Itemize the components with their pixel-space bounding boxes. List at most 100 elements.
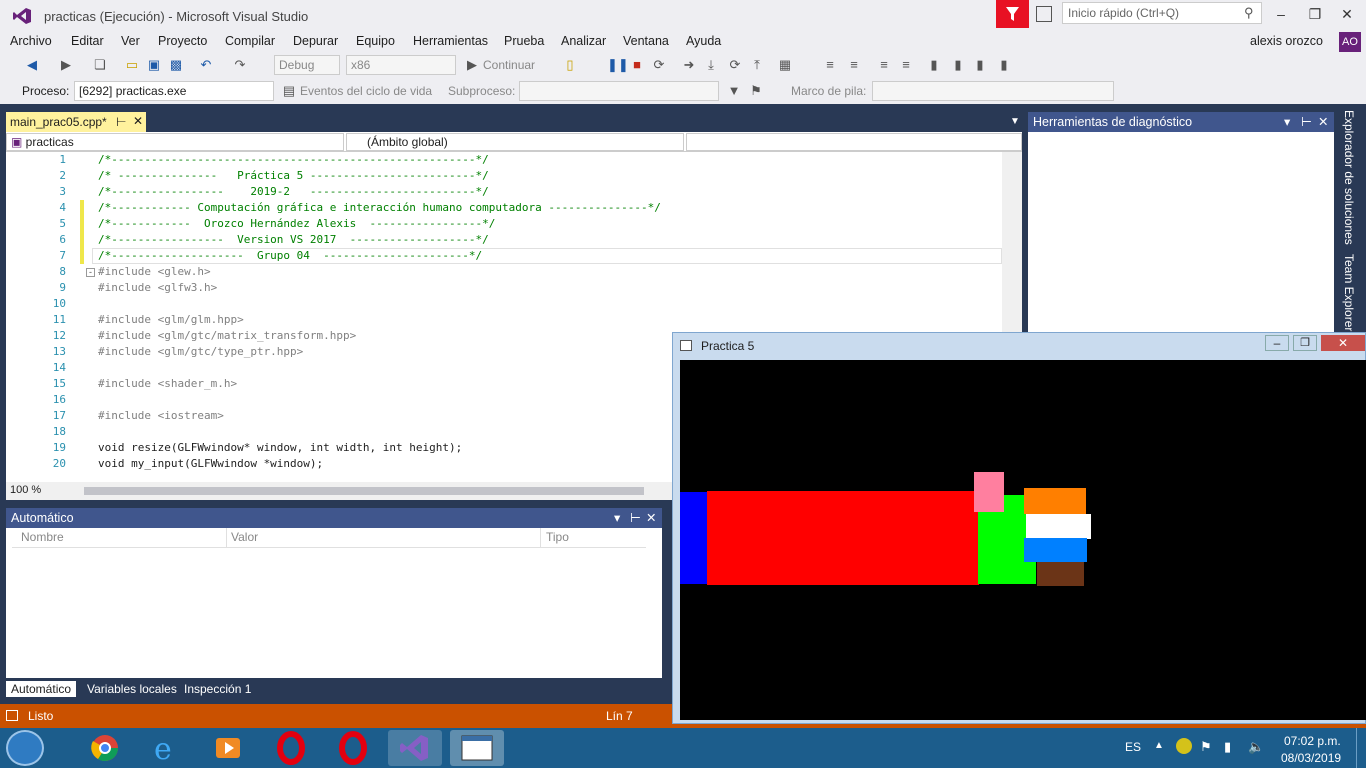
close-icon[interactable]: ✕ [646, 510, 656, 525]
menu-ventana[interactable]: Ventana [623, 34, 669, 48]
menu-prueba[interactable]: Prueba [504, 34, 544, 48]
menu-proyecto[interactable]: Proyecto [158, 34, 207, 48]
menu-depurar[interactable]: Depurar [293, 34, 338, 48]
opera-icon[interactable] [326, 730, 380, 766]
scroll-thumb[interactable] [84, 487, 644, 495]
close-tab-icon[interactable]: ✕ [133, 114, 143, 128]
menu-analizar[interactable]: Analizar [561, 34, 606, 48]
menu-editar[interactable]: Editar [71, 34, 104, 48]
align-right-icon[interactable]: ≡ [898, 57, 914, 73]
horizontal-scrollbar[interactable]: 100 % [6, 482, 672, 500]
user-name[interactable]: alexis orozco [1250, 34, 1323, 48]
continue-button[interactable]: Continuar [483, 58, 535, 72]
hex-display-icon[interactable]: ▦ [777, 57, 793, 73]
lifecycle-events-icon[interactable]: ▤ [281, 83, 297, 99]
next-bookmark-icon[interactable]: ▮ [972, 57, 988, 73]
menu-compilar[interactable]: Compilar [225, 34, 275, 48]
forward-icon[interactable]: ▶ [58, 57, 74, 73]
notifications-icon[interactable] [1036, 6, 1052, 22]
internet-explorer-icon[interactable]: e [140, 730, 194, 767]
step-into-icon[interactable]: ⤓ [703, 57, 719, 73]
opera-icon[interactable] [264, 730, 318, 766]
prev-bookmark-icon[interactable]: ▮ [950, 57, 966, 73]
device-icon[interactable]: ▮ [1224, 739, 1231, 755]
project-select[interactable]: ▣ practicas [6, 133, 344, 151]
update-icon[interactable] [1176, 738, 1192, 754]
visual-studio-icon[interactable] [388, 730, 442, 766]
open-folder-icon[interactable]: ▭ [124, 57, 140, 73]
bookmark-icon[interactable]: ▮ [926, 57, 942, 73]
save-all-icon[interactable]: ▩ [168, 57, 184, 73]
thread-icon[interactable]: ≡ [822, 57, 838, 73]
chevron-down-icon[interactable]: ▾ [1284, 114, 1290, 129]
tab-team-explorer[interactable]: Team Explorer [1342, 254, 1356, 331]
save-icon[interactable]: ▣ [146, 57, 162, 73]
pause-icon[interactable]: ❚❚ [607, 57, 629, 73]
thread-select[interactable] [519, 81, 719, 101]
flag-icon[interactable]: ⚑ [748, 83, 764, 99]
menu-herramientas[interactable]: Herramientas [413, 34, 488, 48]
close-button[interactable]: ✕ [1336, 4, 1358, 24]
new-project-icon[interactable]: ❏ [92, 57, 108, 73]
action-center-flag-icon[interactable]: ⚑ [1200, 739, 1212, 755]
minimize-button[interactable]: – [1270, 4, 1292, 24]
align-left-icon[interactable]: ≡ [876, 57, 892, 73]
restart-icon[interactable]: ⟳ [651, 57, 667, 73]
language-indicator[interactable]: ES [1125, 740, 1141, 754]
show-hidden-icons-icon[interactable]: ▲ [1154, 740, 1164, 751]
tab-dropdown-icon[interactable]: ▼ [1010, 116, 1020, 127]
zoom-level[interactable]: 100 % [10, 484, 41, 496]
chrome-icon[interactable] [78, 730, 132, 766]
process-select[interactable]: [6292] practicas.exe [74, 81, 274, 101]
media-player-icon[interactable] [202, 730, 256, 766]
close-button[interactable]: ✕ [1321, 335, 1365, 351]
tab-autos[interactable]: Automático [6, 681, 77, 697]
stack-icon[interactable]: ≡ [846, 57, 862, 73]
feedback-filter-icon[interactable] [996, 0, 1029, 28]
close-icon[interactable]: ✕ [1318, 114, 1328, 129]
pin-icon[interactable]: ⊢ [116, 115, 126, 129]
scope-select[interactable]: (Ámbito global) [346, 133, 684, 151]
member-select[interactable] [686, 133, 1022, 151]
gl-canvas[interactable] [680, 360, 1366, 720]
console-window-icon[interactable] [450, 730, 504, 766]
configuration-select[interactable]: Debug [274, 55, 340, 75]
maximize-button[interactable]: ❐ [1304, 4, 1326, 24]
quick-launch-input[interactable]: Inicio rápido (Ctrl+Q) [1062, 2, 1262, 24]
start-button[interactable] [6, 730, 44, 766]
pin-icon[interactable]: ⊢ [630, 510, 641, 525]
redo-icon[interactable]: ↷ [232, 57, 248, 73]
pin-icon[interactable]: ⊢ [1301, 114, 1312, 129]
lifecycle-events-button[interactable]: Eventos del ciclo de vida [300, 84, 432, 98]
step-over-icon[interactable]: ⟳ [727, 57, 743, 73]
clock-date[interactable]: 08/03/2019 [1281, 751, 1341, 765]
menu-ayuda[interactable]: Ayuda [686, 34, 721, 48]
filter-icon[interactable]: ▼ [726, 83, 742, 99]
tab-solution-explorer[interactable]: Explorador de soluciones [1342, 110, 1356, 245]
clear-bookmarks-icon[interactable]: ▮ [996, 57, 1012, 73]
chevron-down-icon[interactable]: ▾ [614, 510, 620, 525]
maximize-button[interactable]: ❐ [1293, 335, 1317, 351]
show-next-statement-icon[interactable]: ➜ [681, 57, 697, 73]
tab-main-prac05[interactable]: main_prac05.cpp* ⊢ ✕ [6, 112, 146, 132]
minimize-button[interactable]: – [1265, 335, 1289, 351]
find-icon[interactable]: ▯ [562, 57, 578, 73]
undo-icon[interactable]: ↶ [198, 57, 214, 73]
tab-watch-1[interactable]: Inspección 1 [179, 681, 256, 697]
clock-time[interactable]: 07:02 p.m. [1284, 734, 1341, 748]
back-icon[interactable]: ◀ [24, 57, 40, 73]
show-desktop-button[interactable] [1356, 728, 1366, 768]
tab-locals[interactable]: Variables locales [82, 681, 182, 697]
column-name[interactable]: Nombre [21, 530, 64, 544]
step-out-icon[interactable]: ⤒ [749, 57, 765, 73]
menu-ver[interactable]: Ver [121, 34, 140, 48]
column-type[interactable]: Tipo [546, 530, 569, 544]
column-value[interactable]: Valor [231, 530, 258, 544]
volume-icon[interactable]: 🔈 [1248, 739, 1264, 755]
avatar[interactable]: AO [1339, 32, 1361, 52]
continue-icon[interactable]: ▶ [464, 57, 480, 73]
menu-archivo[interactable]: Archivo [10, 34, 52, 48]
collapse-icon[interactable]: - [86, 268, 95, 277]
stack-frame-select[interactable] [872, 81, 1114, 101]
menu-equipo[interactable]: Equipo [356, 34, 395, 48]
